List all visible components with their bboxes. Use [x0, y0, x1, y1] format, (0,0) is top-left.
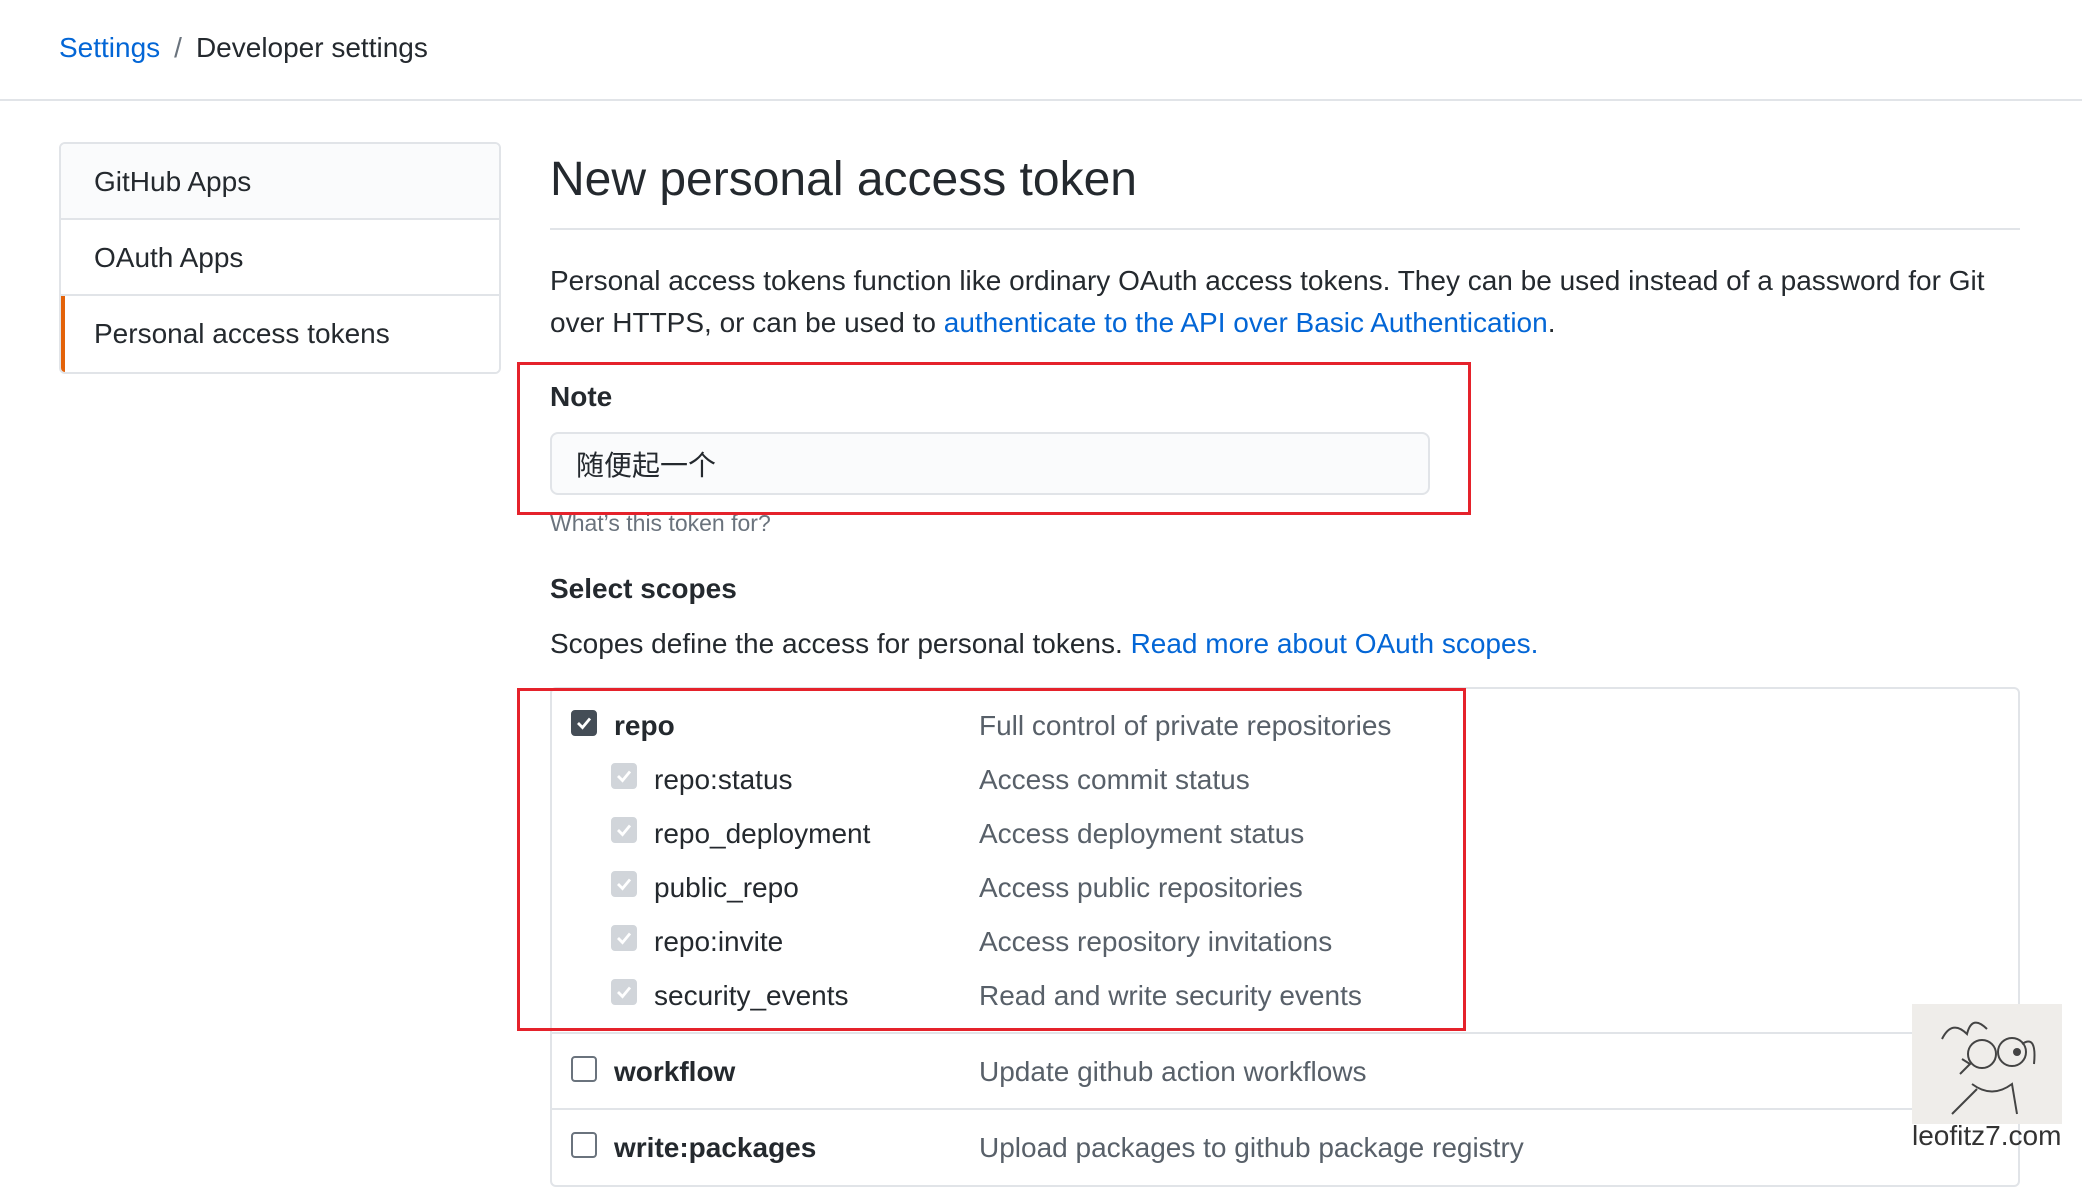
sidebar-item-github-apps[interactable]: GitHub Apps: [61, 144, 499, 220]
scope-name: repo:invite: [654, 926, 784, 957]
check-icon: [617, 986, 632, 999]
scope-name: repo:status: [654, 764, 793, 795]
scope-name: security_events: [654, 980, 849, 1011]
breadcrumb: Settings / Developer settings: [59, 30, 428, 66]
main-content: New personal access token Personal acces…: [550, 140, 2020, 344]
scopes-description: Scopes define the access for personal to…: [550, 628, 1538, 660]
sidebar-item-label: Personal access tokens: [94, 318, 390, 349]
intro-paragraph: Personal access tokens function like ord…: [550, 260, 2020, 344]
check-icon: [617, 770, 632, 783]
breadcrumb-current: Developer settings: [195, 32, 428, 63]
sidebar-item-oauth-apps[interactable]: OAuth Apps: [61, 220, 499, 296]
breadcrumb-settings-link[interactable]: Settings: [59, 32, 160, 63]
scope-divider: [550, 1108, 2020, 1110]
sidebar-item-label: OAuth Apps: [94, 242, 244, 273]
scope-name: workflow: [614, 1056, 736, 1087]
scope-name: write:packages: [614, 1132, 817, 1163]
scope-desc: Full control of private repositories: [979, 710, 1392, 741]
intro-end: .: [1547, 307, 1556, 338]
write-packages-checkbox[interactable]: [571, 1132, 597, 1158]
scope-desc: Upload packages to github package regist…: [979, 1132, 1524, 1163]
page-title: New personal access token: [550, 140, 2020, 230]
repo-invite-checkbox[interactable]: [611, 925, 637, 951]
sidebar-item-label: GitHub Apps: [94, 166, 252, 197]
note-hint: What’s this token for?: [550, 510, 771, 536]
watermark-logo: [1912, 1004, 2062, 1124]
repo-deployment-checkbox[interactable]: [611, 817, 637, 843]
note-input[interactable]: [550, 432, 1430, 495]
developer-settings-sidebar: GitHub Apps OAuth Apps Personal access t…: [59, 142, 501, 374]
scope-desc: Read and write security events: [979, 980, 1362, 1011]
public-repo-checkbox[interactable]: [611, 871, 637, 897]
scope-desc: Access public repositories: [979, 872, 1303, 903]
workflow-checkbox[interactable]: [571, 1056, 597, 1082]
scope-name: repo: [614, 710, 675, 741]
top-bar: Settings / Developer settings: [0, 0, 2082, 101]
scope-desc: Access commit status: [979, 764, 1250, 795]
check-icon: [577, 717, 592, 730]
check-icon: [617, 932, 632, 945]
check-icon: [617, 824, 632, 837]
sidebar-item-personal-access-tokens[interactable]: Personal access tokens: [61, 296, 499, 372]
note-label: Note: [550, 381, 613, 412]
scope-desc: Update github action workflows: [979, 1056, 1367, 1087]
repo-checkbox[interactable]: [571, 710, 597, 736]
scopes-title: Select scopes: [550, 573, 737, 604]
check-icon: [617, 878, 632, 891]
repo-status-checkbox[interactable]: [611, 763, 637, 789]
doodle-character-icon: [1941, 1021, 2036, 1115]
breadcrumb-separator: /: [174, 32, 182, 63]
scopes-desc-text: Scopes define the access for personal to…: [550, 628, 1131, 659]
watermark-text: leofitz7.com: [1912, 1120, 2062, 1151]
scope-divider: [550, 1032, 2020, 1034]
scope-name: public_repo: [654, 872, 799, 903]
scope-desc: Access repository invitations: [979, 926, 1333, 957]
oauth-scopes-link[interactable]: Read more about OAuth scopes.: [1131, 628, 1539, 659]
scope-name: repo_deployment: [654, 818, 871, 849]
scope-desc: Access deployment status: [979, 818, 1305, 849]
security-events-checkbox[interactable]: [611, 979, 637, 1005]
basic-auth-link[interactable]: authenticate to the API over Basic Authe…: [944, 307, 1548, 338]
